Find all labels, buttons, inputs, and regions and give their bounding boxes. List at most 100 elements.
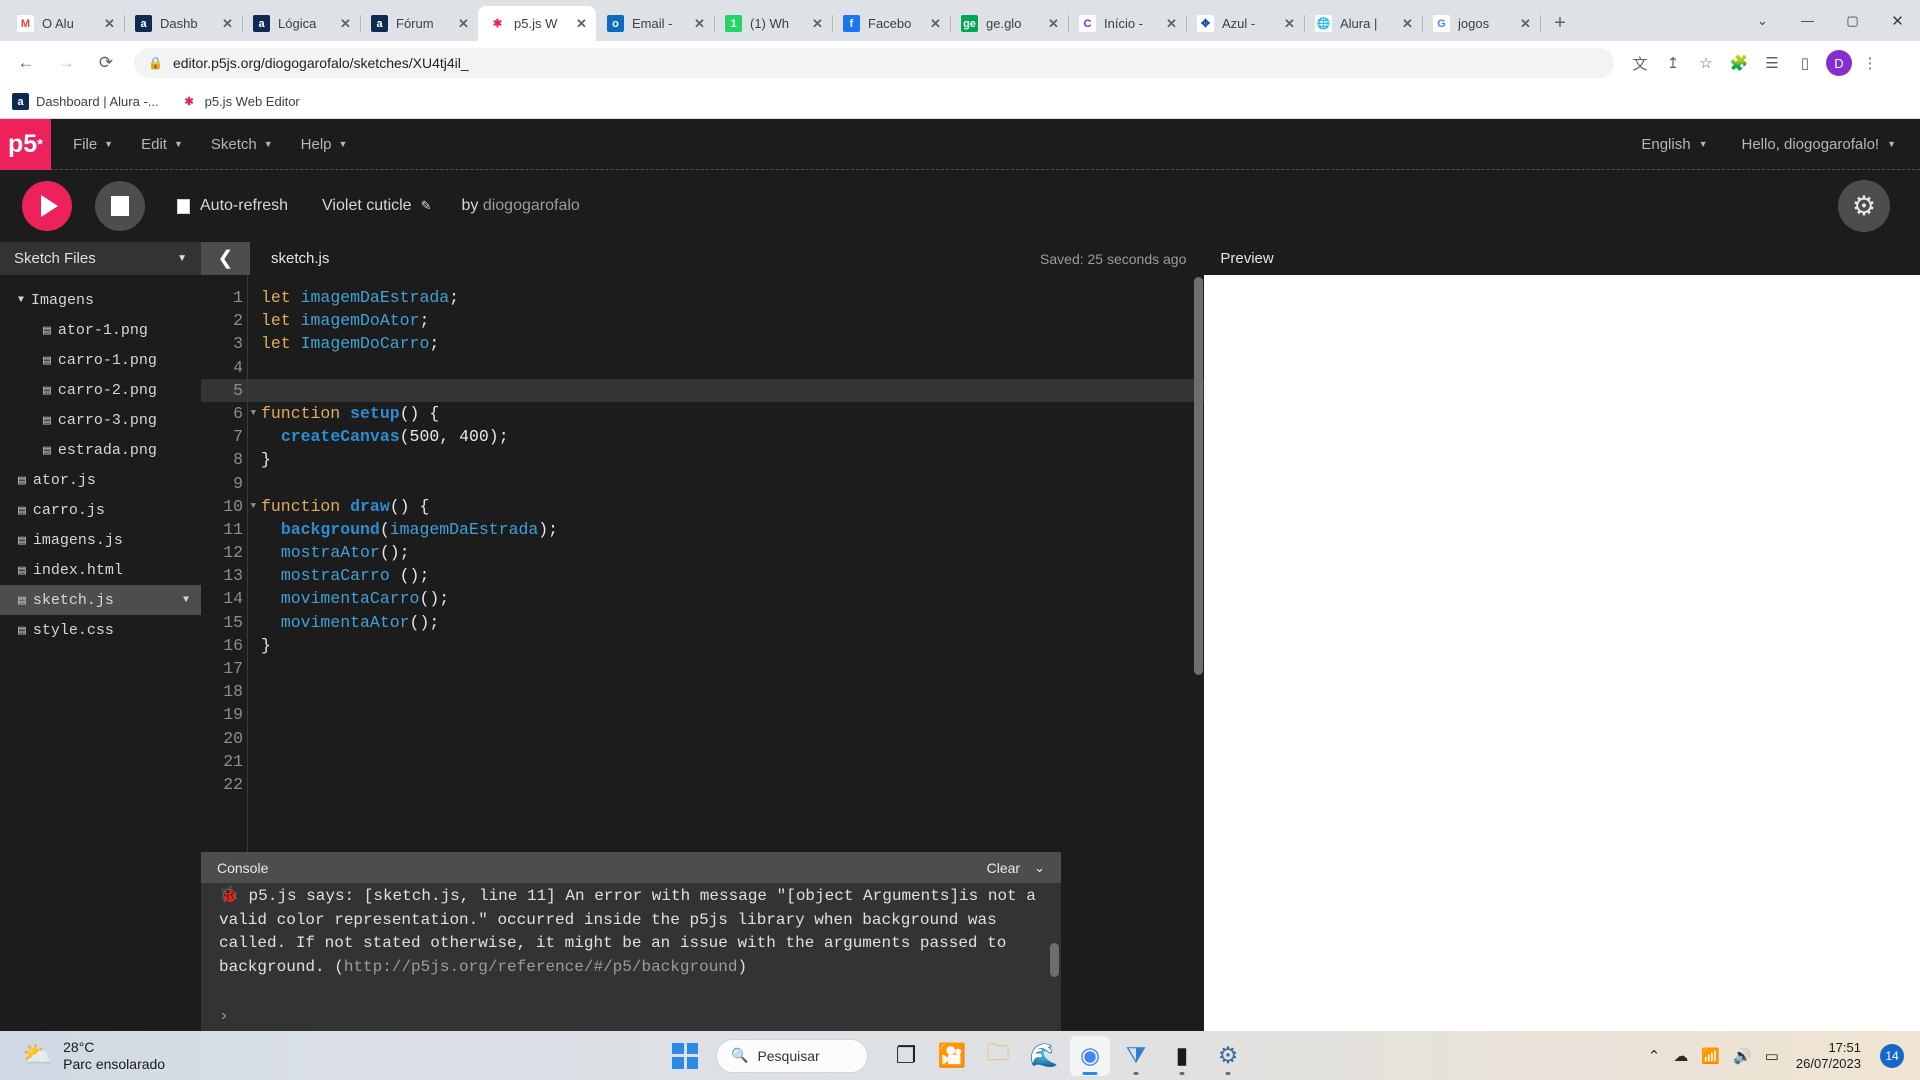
new-tab-button[interactable]: +: [1546, 9, 1574, 37]
tab-close-icon[interactable]: ✕: [1281, 15, 1298, 32]
file-tree-item[interactable]: ▤ carro-2.png: [0, 375, 201, 405]
file-tree-item[interactable]: ▤ style.css: [0, 615, 201, 645]
weather-widget[interactable]: ⛅ 28°C Parc ensolarado: [22, 1039, 165, 1071]
tab-close-icon[interactable]: ✕: [455, 15, 472, 32]
tab-close-icon[interactable]: ✕: [1045, 15, 1062, 32]
file-tree-item[interactable]: ▤ ator-1.png: [0, 315, 201, 345]
translate-icon[interactable]: 文: [1625, 48, 1655, 78]
settings-button[interactable]: ⚙: [1838, 180, 1890, 232]
tab-close-icon[interactable]: ✕: [1399, 15, 1416, 32]
stop-button[interactable]: [95, 181, 145, 231]
forward-button[interactable]: →: [50, 47, 82, 79]
collapse-sidebar-button[interactable]: ❮: [201, 242, 250, 275]
console-scrollbar[interactable]: [1050, 943, 1059, 977]
editor-scrollbar[interactable]: [1194, 277, 1204, 675]
browser-tab[interactable]: Gjogos ✕: [1422, 6, 1541, 41]
browser-tab[interactable]: ✱ p5.js W ✕: [478, 6, 596, 41]
browser-tab[interactable]: o Email - ✕: [596, 6, 715, 41]
file-tree-item[interactable]: ▤ imagens.js: [0, 525, 201, 555]
file-tree-item[interactable]: ▤ ator.js: [0, 465, 201, 495]
file-tree-item[interactable]: ▤ carro-3.png: [0, 405, 201, 435]
auto-refresh-checkbox[interactable]: [177, 198, 190, 214]
file-explorer-icon[interactable]: 🗀: [978, 1036, 1018, 1076]
browser-tab[interactable]: 1 (1) Wh ✕: [714, 6, 833, 41]
p5-menu-sketch[interactable]: Sketch ▼: [211, 136, 273, 153]
show-hidden-icons-icon[interactable]: ⌃: [1648, 1047, 1661, 1065]
notification-badge[interactable]: 14: [1880, 1043, 1904, 1068]
console-message-link[interactable]: http://p5js.org/reference/#/p5/backgroun…: [344, 958, 738, 976]
tab-close-icon[interactable]: ✕: [573, 15, 590, 32]
tab-close-icon[interactable]: ✕: [691, 15, 708, 32]
edge-icon[interactable]: 🌊: [1024, 1036, 1064, 1076]
avatar[interactable]: D: [1826, 50, 1852, 76]
auto-refresh-toggle[interactable]: Auto-refresh: [177, 197, 288, 215]
p5-menu-file[interactable]: File ▼: [73, 136, 113, 153]
p5-logo[interactable]: p5 *: [0, 118, 51, 170]
battery-icon[interactable]: ▭: [1765, 1047, 1779, 1065]
start-button[interactable]: [672, 1042, 698, 1069]
folder-expand-icon[interactable]: ▼: [18, 295, 24, 306]
file-options-icon[interactable]: ▼: [183, 595, 189, 606]
share-icon[interactable]: ↥: [1658, 48, 1688, 78]
sidepanel-icon[interactable]: ▯: [1790, 48, 1820, 78]
account-menu[interactable]: Hello, diogogarofalo! ▼: [1741, 136, 1896, 153]
close-window-button[interactable]: ✕: [1875, 4, 1920, 38]
bookmark-item[interactable]: ✱ p5.js Web Editor: [180, 93, 300, 110]
taskbar-clock[interactable]: 17:51 26/07/2023: [1796, 1040, 1861, 1071]
chrome-menu-icon[interactable]: ⋮: [1855, 48, 1885, 78]
p5-menu-help[interactable]: Help ▼: [301, 136, 348, 153]
tab-close-icon[interactable]: ✕: [337, 15, 354, 32]
bookmark-star-icon[interactable]: ☆: [1691, 48, 1721, 78]
play-button[interactable]: [22, 181, 72, 231]
sidebar-header[interactable]: Sketch Files ▼: [0, 242, 201, 275]
tab-close-icon[interactable]: ✕: [1163, 15, 1180, 32]
reload-button[interactable]: ⟳: [90, 47, 122, 79]
chrome-icon[interactable]: ◉: [1070, 1035, 1110, 1076]
tab-close-icon[interactable]: ✕: [927, 15, 944, 32]
extensions-icon[interactable]: 🧩: [1724, 48, 1754, 78]
terminal-icon[interactable]: ▮: [1162, 1036, 1202, 1076]
browser-tab[interactable]: M O Alu ✕: [6, 6, 125, 41]
browser-tab[interactable]: a Fórum ✕: [360, 6, 478, 41]
p5-menu-edit[interactable]: Edit ▼: [141, 136, 183, 153]
browser-tab[interactable]: a Lógica ✕: [242, 6, 361, 41]
wifi-icon[interactable]: 📶: [1701, 1047, 1720, 1065]
onedrive-icon[interactable]: ☁: [1673, 1047, 1688, 1065]
volume-icon[interactable]: 🔊: [1733, 1047, 1752, 1065]
browser-tab[interactable]: ✥ Azul - ✕: [1186, 6, 1305, 41]
language-selector[interactable]: English ▼: [1641, 136, 1707, 153]
pencil-icon[interactable]: ✎: [421, 198, 432, 214]
task-view-icon[interactable]: ❐: [886, 1036, 926, 1076]
browser-tab[interactable]: f Facebo ✕: [832, 6, 951, 41]
back-button[interactable]: ←: [10, 47, 42, 79]
console-input-row[interactable]: ›: [201, 1001, 1061, 1031]
tab-search-button[interactable]: ⌄: [1740, 4, 1785, 38]
chevron-down-icon[interactable]: ⌄: [1034, 860, 1045, 876]
bookmark-item[interactable]: a Dashboard | Alura -...: [12, 93, 159, 110]
tab-close-icon[interactable]: ✕: [1517, 15, 1534, 32]
minimize-button[interactable]: —: [1785, 4, 1830, 38]
tab-close-icon[interactable]: ✕: [219, 15, 236, 32]
sketch-name[interactable]: Violet cuticle ✎: [322, 197, 431, 215]
chevron-down-icon[interactable]: ▼: [177, 253, 187, 264]
reading-list-icon[interactable]: ☰: [1757, 48, 1787, 78]
vscode-icon[interactable]: ⧩: [1116, 1036, 1156, 1076]
author-name[interactable]: diogogarofalo: [483, 197, 580, 214]
taskbar-search[interactable]: 🔍 Pesquisar: [716, 1038, 868, 1073]
console-clear-button[interactable]: Clear: [987, 860, 1020, 876]
file-tree-item[interactable]: ▤ sketch.js ▼: [0, 585, 201, 615]
file-tree-folder[interactable]: ▼ Imagens: [0, 285, 201, 315]
teams-icon[interactable]: 🎦: [932, 1036, 972, 1076]
browser-tab[interactable]: C Início - ✕: [1068, 6, 1187, 41]
tab-close-icon[interactable]: ✕: [809, 15, 826, 32]
file-tree-item[interactable]: ▤ carro-1.png: [0, 345, 201, 375]
browser-tab[interactable]: a Dashb ✕: [124, 6, 243, 41]
maximize-button[interactable]: ▢: [1830, 4, 1875, 38]
browser-tab[interactable]: 🌐 Alura | ✕: [1304, 6, 1423, 41]
file-tree-item[interactable]: ▤ estrada.png: [0, 435, 201, 465]
tab-close-icon[interactable]: ✕: [101, 15, 118, 32]
address-bar[interactable]: 🔒 editor.p5js.org/diogogarofalo/sketches…: [134, 48, 1614, 78]
settings-icon[interactable]: ⚙: [1208, 1036, 1248, 1076]
file-tree-item[interactable]: ▤ index.html: [0, 555, 201, 585]
file-tree-item[interactable]: ▤ carro.js: [0, 495, 201, 525]
